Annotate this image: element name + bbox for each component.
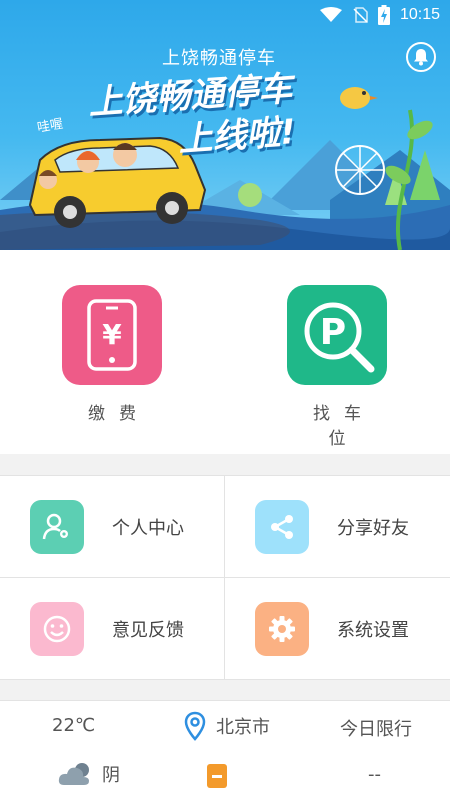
bell-icon: [414, 49, 428, 66]
condition-text: 阴: [102, 765, 120, 786]
gear-icon: [269, 616, 295, 642]
phone-yuan-icon: ¥: [87, 299, 137, 371]
status-time: 10:15: [399, 6, 440, 23]
restriction-badge-box: [207, 764, 227, 788]
menu-item-share[interactable]: 分享好友: [225, 476, 450, 578]
restriction-value: --: [368, 764, 381, 785]
settings-icon-tile: [255, 602, 309, 656]
settings-label: 系统设置: [337, 620, 409, 641]
smiley-icon: [43, 615, 71, 643]
battery-charging-icon: [377, 5, 390, 25]
find-parking-tile[interactable]: P: [287, 285, 387, 385]
weather-condition: 阴: [58, 761, 120, 787]
status-bar: 10:15: [0, 0, 450, 30]
notification-bell-button[interactable]: [406, 42, 436, 72]
menu-grid: 个人中心 分享好友 意见反馈 系统设置: [0, 475, 450, 680]
wifi-icon: [319, 7, 342, 22]
city-name: 北京市: [216, 717, 270, 738]
menu-item-profile[interactable]: 个人中心: [0, 476, 225, 578]
location[interactable]: 北京市: [184, 711, 270, 741]
parking-search-icon: P: [304, 302, 375, 373]
pay-label: 缴费: [88, 404, 150, 424]
promo-banner[interactable]: 哇喔 上饶畅通停车 上饶畅通停车 上线啦!: [0, 0, 450, 250]
find-parking-button[interactable]: P 找车位: [287, 285, 387, 449]
cloudy-icon: [58, 763, 89, 785]
location-pin-icon: [184, 711, 206, 741]
share-icon-tile: [255, 499, 309, 554]
share-icon: [271, 514, 293, 539]
svg-text:¥: ¥: [102, 318, 122, 351]
dash-icon: [212, 774, 222, 778]
pay-button[interactable]: ¥ 缴费: [62, 285, 162, 424]
feedback-icon-tile: [30, 602, 84, 656]
temperature: 22℃: [52, 715, 96, 736]
menu-item-feedback[interactable]: 意见反馈: [0, 578, 225, 680]
svg-text:P: P: [320, 312, 346, 353]
share-label: 分享好友: [337, 517, 409, 539]
primary-actions: ¥ 缴费 P 找车位: [0, 250, 450, 454]
weather-bar: 22℃ 北京市 今日限行 阴 --: [0, 700, 450, 800]
banner-headline-line2: 上线啦!: [176, 111, 298, 161]
feedback-label: 意见反馈: [112, 620, 184, 641]
no-sim-icon: [353, 7, 368, 23]
profile-icon-tile: [30, 499, 84, 554]
restriction-title: 今日限行: [340, 719, 412, 740]
user-settings-icon: [42, 513, 68, 539]
pay-tile[interactable]: ¥: [62, 285, 162, 385]
profile-label: 个人中心: [112, 517, 184, 539]
find-parking-label: 找车位: [313, 404, 375, 449]
banner-bubble-text: 哇喔: [36, 117, 64, 136]
restriction-badge: [207, 764, 227, 788]
menu-item-settings[interactable]: 系统设置: [225, 578, 450, 680]
